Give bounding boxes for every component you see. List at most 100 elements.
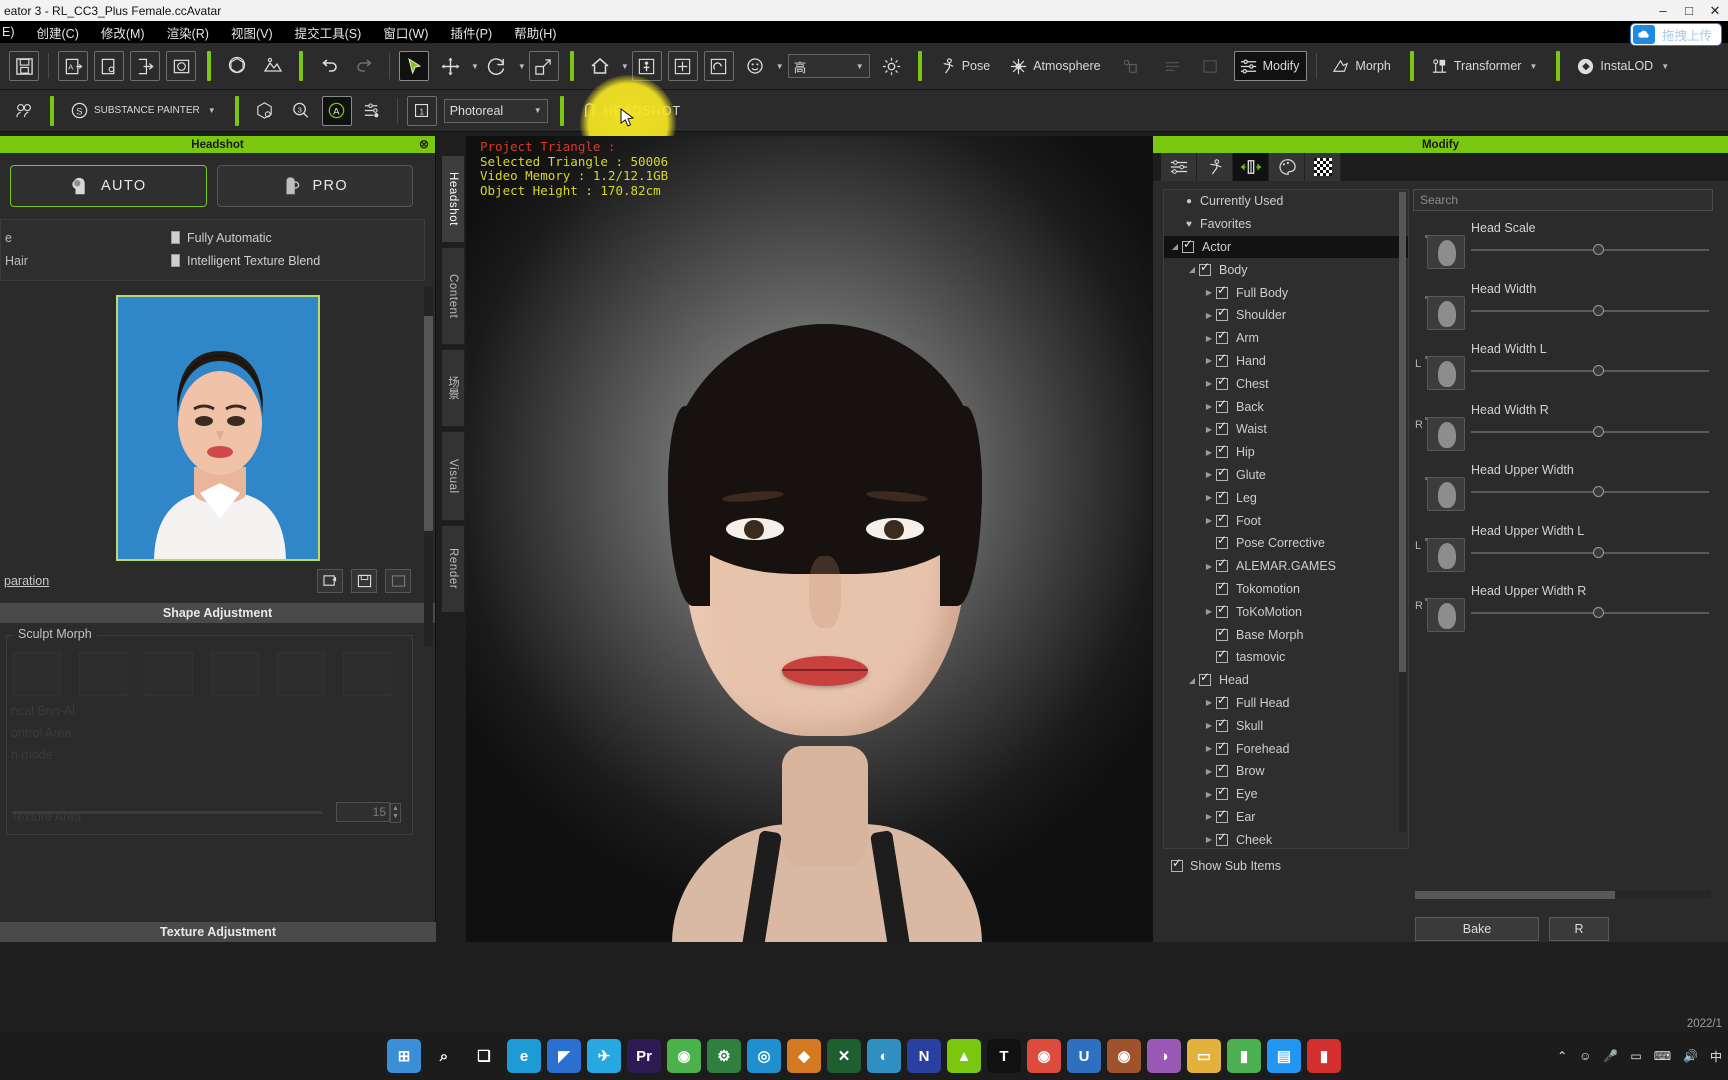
modify-button[interactable]: Modify <box>1233 51 1308 81</box>
image-load-button[interactable] <box>317 569 343 593</box>
menu-item-7[interactable]: 插件(P) <box>439 23 503 42</box>
export-button[interactable] <box>130 51 160 81</box>
twisty-closed-icon[interactable]: ▶ <box>1202 288 1216 297</box>
tree-row[interactable]: Tokomotion <box>1164 578 1408 601</box>
atmosphere-button[interactable]: Atmosphere <box>1004 51 1108 81</box>
app-purple-button[interactable]: ◑ <box>1147 1039 1181 1073</box>
app-brown-button[interactable]: ◉ <box>1107 1039 1141 1073</box>
spinner-arrows-icon[interactable]: ▲ ▼ <box>390 803 401 823</box>
tree-row[interactable]: ▶ Forehead <box>1164 737 1408 760</box>
show-sub-items-row[interactable]: Show Sub Items <box>1163 849 1409 873</box>
edge-button[interactable]: e <box>507 1039 541 1073</box>
tray-mic-icon[interactable]: 🎤 <box>1603 1049 1618 1063</box>
morph-slider-knob[interactable] <box>1593 486 1604 497</box>
morph-slider-track[interactable] <box>1471 612 1709 614</box>
tree-checkbox[interactable] <box>1216 807 1228 823</box>
slider-horizontal-scrollbar[interactable] <box>1415 891 1711 899</box>
blue-app-button[interactable]: ▤ <box>1267 1039 1301 1073</box>
undo-button[interactable] <box>314 51 344 81</box>
sculpt-morph-button-5[interactable] <box>277 652 325 696</box>
drag-upload-button[interactable]: 拖拽上传 <box>1630 24 1721 45</box>
u-app-button[interactable]: U <box>1067 1039 1101 1073</box>
morph-slider[interactable]: Head Scale <box>1413 221 1713 282</box>
tree-scrollbar[interactable] <box>1399 192 1406 832</box>
tree-row[interactable]: Base Morph <box>1164 623 1408 646</box>
app-indigo-button[interactable]: N <box>907 1039 941 1073</box>
tray-volume-icon[interactable]: 🔊 <box>1683 1049 1698 1063</box>
morph-slider-track[interactable] <box>1471 551 1709 554</box>
tree-row[interactable]: ▶ Full Head <box>1164 692 1408 715</box>
tree-checkbox[interactable] <box>1216 647 1228 664</box>
tree-checkbox[interactable] <box>1216 283 1228 299</box>
tree-row[interactable]: ◢ Head <box>1164 669 1408 692</box>
select-tool-button[interactable] <box>399 51 429 81</box>
morph-slider-knob[interactable] <box>1593 304 1604 316</box>
tree-row[interactable]: ▶ Brow <box>1164 760 1408 783</box>
green-app-button[interactable]: ▮ <box>1227 1039 1261 1073</box>
twisty-closed-icon[interactable]: ▶ <box>1202 562 1216 571</box>
sculpt-slider-track[interactable] <box>13 811 322 814</box>
tree-row[interactable]: ▶ Hand <box>1164 350 1408 373</box>
fit-character-button[interactable] <box>631 51 662 81</box>
frame-all-button[interactable] <box>667 51 698 81</box>
tray-chevron-icon[interactable]: ⌃ <box>1557 1049 1567 1063</box>
instalod-button[interactable]: InstaLOD ▼ <box>1571 51 1677 81</box>
twisty-closed-icon[interactable]: ▶ <box>1202 607 1216 616</box>
tree-checkbox[interactable] <box>1216 533 1228 550</box>
sculpt-morph-button-1[interactable] <box>13 652 61 696</box>
sculpt-morph-button-3[interactable] <box>145 652 193 696</box>
twisty-closed-icon[interactable]: ▶ <box>1202 334 1216 343</box>
tray-monitor-icon[interactable]: ▭ <box>1630 1049 1641 1063</box>
twisty-closed-icon[interactable]: ▶ <box>1202 835 1216 844</box>
dock-tab-visual[interactable]: Visual <box>441 431 465 521</box>
viewport-3d[interactable]: Project Triangle : Selected Triangle : 50… <box>466 136 1152 942</box>
rotate-tool-caret-icon[interactable]: ▼ <box>518 62 526 71</box>
morph-slider[interactable]: R Head Upper Width R <box>1413 584 1713 645</box>
slider-scrollbar-thumb[interactable] <box>1415 891 1615 899</box>
search-box[interactable]: Search <box>1413 189 1713 211</box>
tree-checkbox[interactable] <box>1216 830 1228 846</box>
quality-select[interactable]: 高 ▼ <box>787 54 870 78</box>
menu-item-2[interactable]: 修改(M) <box>90 23 156 42</box>
substance-painter-button[interactable]: S SUBSTANCE PAINTER ▼ <box>65 96 224 126</box>
recorder-button[interactable]: ◎ <box>747 1039 781 1073</box>
tree-checkbox[interactable] <box>1216 739 1228 755</box>
show-sub-items-checkbox[interactable] <box>1171 856 1183 872</box>
tree-row[interactable]: ♥ Favorites <box>1164 213 1408 236</box>
image-preparation-link[interactable]: paration <box>4 574 49 588</box>
morph-slider-knob[interactable] <box>1593 244 1604 255</box>
tree-checkbox[interactable] <box>1216 625 1228 641</box>
premiere-button[interactable]: Pr <box>627 1039 661 1073</box>
tray-input-icon[interactable]: 中 <box>1710 1048 1722 1065</box>
save-button[interactable] <box>9 51 39 81</box>
app-orange-button[interactable]: ◆ <box>787 1039 821 1073</box>
twisty-closed-icon[interactable]: ▶ <box>1202 448 1216 457</box>
fully-automatic-checkbox[interactable] <box>171 231 180 244</box>
tree-checkbox[interactable] <box>1216 328 1228 345</box>
dock-tab-render[interactable]: Render <box>441 525 465 613</box>
image-save-button[interactable] <box>351 569 377 593</box>
chrome-alt-button[interactable]: ◉ <box>667 1039 701 1073</box>
x-app-button[interactable]: ✕ <box>827 1039 861 1073</box>
twisty-closed-icon[interactable]: ▶ <box>1202 721 1216 730</box>
tree-row[interactable]: tasmovic <box>1164 646 1408 669</box>
menu-item-3[interactable]: 渲染(R) <box>156 23 220 42</box>
tree-checkbox[interactable] <box>1216 488 1228 504</box>
fullbody-button[interactable] <box>1115 51 1152 81</box>
minimize-button[interactable]: – <box>1650 0 1676 21</box>
tree-row[interactable]: ▶ Cheek <box>1164 828 1408 848</box>
scale-tool-button[interactable] <box>528 51 559 81</box>
tree-row[interactable]: ▶ ToKoMotion <box>1164 600 1408 623</box>
close-icon[interactable]: ⊗ <box>419 137 429 151</box>
tree-checkbox[interactable] <box>1216 602 1228 618</box>
tree-row[interactable]: ▶ Skull <box>1164 714 1408 737</box>
transformer-caret-icon[interactable]: ▼ <box>1529 62 1537 71</box>
twisty-closed-icon[interactable]: ▶ <box>1202 698 1216 707</box>
folder-button[interactable]: ▭ <box>1187 1039 1221 1073</box>
morph-slider-track[interactable] <box>1471 249 1709 251</box>
tree-checkbox[interactable] <box>1216 716 1228 732</box>
move-tool-button[interactable] <box>435 51 465 81</box>
pose-button[interactable]: Pose <box>933 51 999 81</box>
substance-caret-icon[interactable]: ▼ <box>208 106 216 115</box>
morph-slider-knob[interactable] <box>1593 607 1604 618</box>
